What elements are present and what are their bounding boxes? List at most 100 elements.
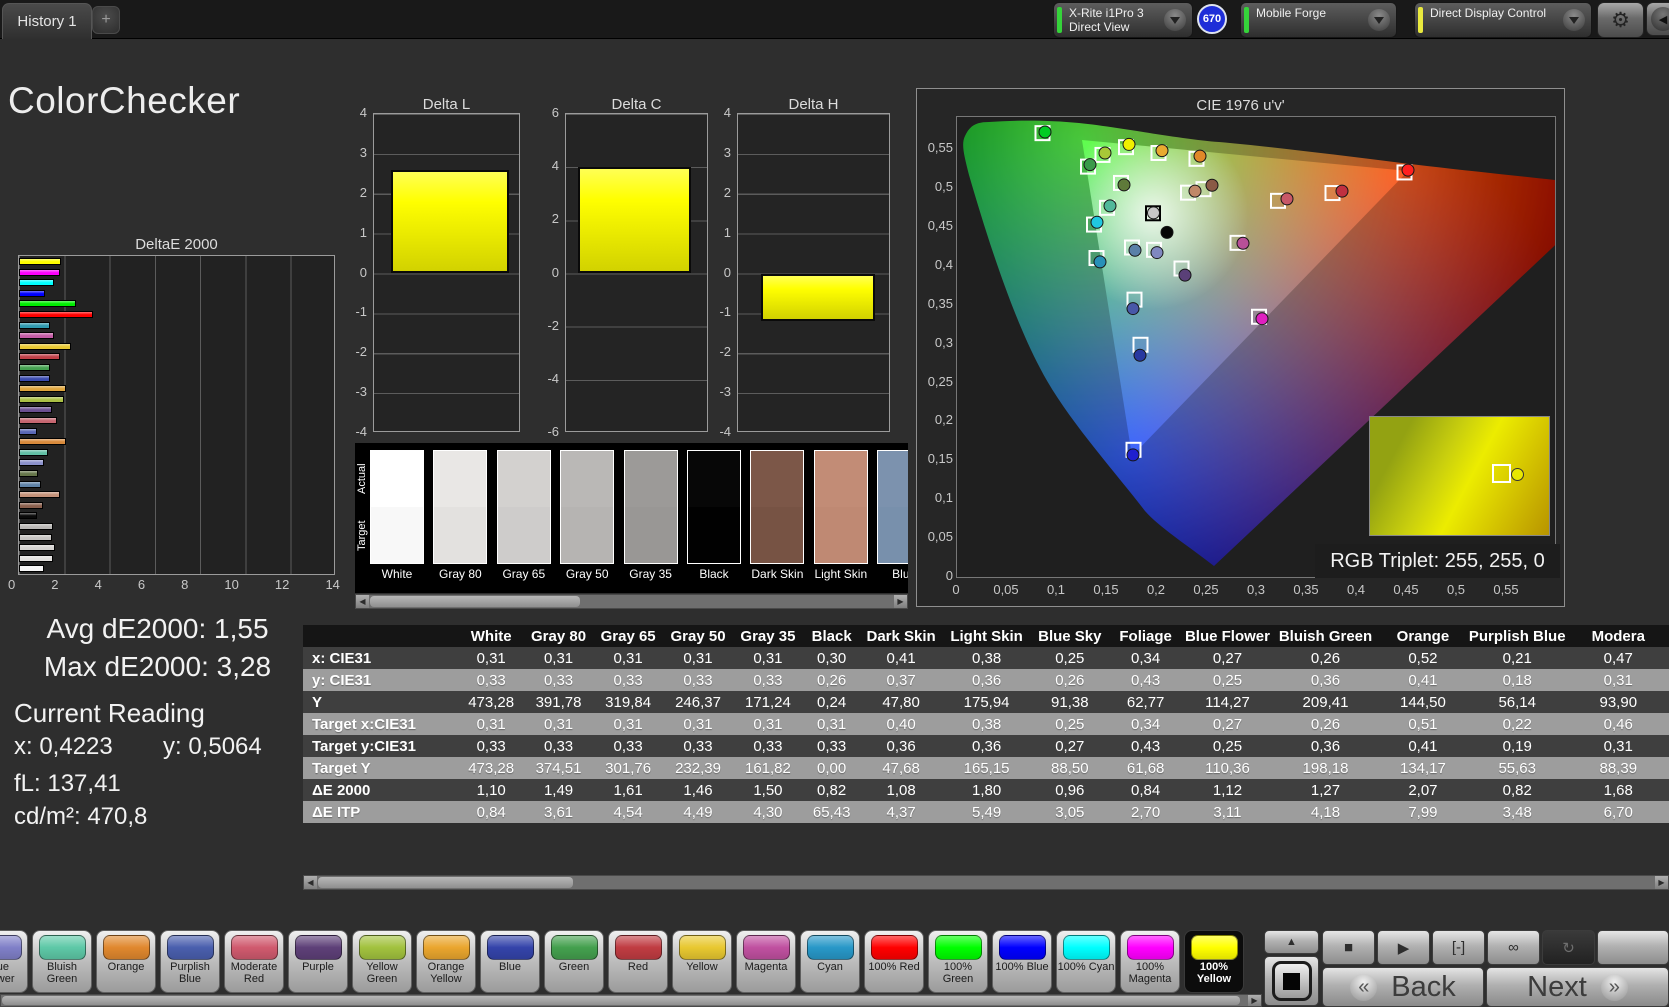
deltae-bar-yellow <box>19 342 71 350</box>
table-cell: 473,28 <box>458 691 525 713</box>
patch-button-green[interactable]: Green <box>544 930 604 993</box>
add-tab-button[interactable]: + <box>92 6 120 34</box>
deltae-bar-gray-65 <box>19 544 55 552</box>
patch-button-100-magenta[interactable]: 100% Magenta <box>1120 930 1180 993</box>
swatch-colors <box>877 450 908 564</box>
step-button[interactable]: [-] <box>1432 930 1485 965</box>
swatch-target <box>814 507 867 563</box>
patch-button-100-red[interactable]: 100% Red <box>864 930 924 993</box>
y-tick-label: 1 <box>723 224 731 240</box>
y-tick-label: 0,2 <box>934 412 953 428</box>
gear-icon: ⚙ <box>1611 8 1630 32</box>
reading-fl-value: fL: 137,41 <box>14 770 121 797</box>
patch-button-label: 100% Blue <box>995 961 1049 973</box>
patch-button-bluish-green[interactable]: Bluish Green <box>32 930 92 993</box>
table-cell: 0,27 <box>1182 713 1272 735</box>
tab-history-1[interactable]: History 1 <box>2 3 92 39</box>
patch-bar-scrollbar[interactable]: ▶ <box>0 994 1262 1007</box>
scrollbar-thumb[interactable] <box>2 996 1240 1005</box>
next-button[interactable]: Next » <box>1486 967 1669 1007</box>
pattern-window-button[interactable] <box>1264 956 1319 1006</box>
swatch-label: Blue <box>892 567 908 581</box>
patch-button-100-cyan[interactable]: 100% Cyan <box>1056 930 1116 993</box>
scroll-left-icon[interactable]: ◀ <box>304 876 317 889</box>
table-cell: 1,80 <box>941 779 1032 801</box>
back-button[interactable]: « Back <box>1322 967 1484 1007</box>
patch-button-label: Yellow Green <box>366 961 398 985</box>
patch-button-100-green[interactable]: 100% Green <box>928 930 988 993</box>
patch-button-magenta[interactable]: Magenta <box>736 930 796 993</box>
patch-button-label: Bluish Green <box>46 961 78 985</box>
swatch-label: Gray 65 <box>502 567 546 581</box>
swatch-blue: Blue <box>877 450 908 581</box>
swatch-gray-80: Gray 80 <box>433 450 488 581</box>
table-cell: 0,33 <box>663 735 733 757</box>
workflow-dropdown[interactable]: Direct Display Control <box>1414 2 1592 38</box>
meter-dropdown-label: X-Rite i1Pro 3 Direct View <box>1069 6 1144 34</box>
scroll-left-icon[interactable]: ◀ <box>356 595 369 608</box>
table-cell: 209,41 <box>1271 691 1379 713</box>
swatch-target <box>624 507 677 563</box>
measured-point-magenta <box>1236 236 1250 250</box>
table-cell: 5,49 <box>941 801 1032 823</box>
meter-dropdown[interactable]: X-Rite i1Pro 3 Direct View <box>1053 2 1193 38</box>
meter-count-badge[interactable]: 670 <box>1197 4 1227 34</box>
patch-button-orange-yellow[interactable]: Orange Yellow <box>416 930 476 993</box>
scrollbar-thumb[interactable] <box>318 877 573 888</box>
settings-button[interactable]: ⚙ <box>1597 2 1644 38</box>
table-cell: 0,41 <box>860 647 942 669</box>
table-cell: 62,77 <box>1108 691 1183 713</box>
table-cell: 0,31 <box>458 713 525 735</box>
swatch-colors <box>750 450 805 564</box>
double-chevron-right-icon: » <box>1600 973 1628 1001</box>
scroll-right-icon[interactable]: ▶ <box>894 595 907 608</box>
table-row--e-2000: ΔE 2000 1,10 1,49 1,61 1,46 1,50 0,82 1,08 1,80 0… <box>303 779 1669 801</box>
table-row-target-y-cie31: Target y:CIE31 0,33 0,33 0,33 0,33 0,33 0,33 0,… <box>303 735 1669 757</box>
patch-button-label: Green <box>558 961 590 973</box>
collapse-panel-button[interactable]: ◀ <box>1646 2 1669 36</box>
deltae2000-chart <box>18 255 335 575</box>
patch-button-yellow[interactable]: Yellow <box>672 930 732 993</box>
sync-button[interactable]: ↻ <box>1542 930 1595 965</box>
patch-button-purplish-blue[interactable]: Purplish Blue <box>160 930 220 993</box>
table-cell: 0,18 <box>1466 669 1568 691</box>
patch-button-yellow-green[interactable]: Yellow Green <box>352 930 412 993</box>
record-button[interactable] <box>1597 930 1669 965</box>
patch-button-blue[interactable]: Blue <box>480 930 540 993</box>
table-cell: 0,33 <box>458 669 525 691</box>
patch-button-red[interactable]: Red <box>608 930 668 993</box>
column-header-purplish-blue: Purplish Blue <box>1466 625 1568 647</box>
source-dropdown[interactable]: Mobile Forge <box>1240 2 1397 38</box>
scroll-right-icon[interactable]: ▶ <box>1655 876 1668 889</box>
swatch-strip-scrollbar[interactable]: ◀ ▶ <box>355 594 908 609</box>
swatch-actual <box>497 451 550 507</box>
deltae-bar-yellow-green <box>19 395 64 403</box>
patch-button-blue-flower[interactable]: Blue Flower <box>0 930 28 993</box>
measured-point-cyan <box>1093 255 1107 269</box>
table-cell: 3,48 <box>1466 801 1568 823</box>
patch-button-purple[interactable]: Purple <box>288 930 348 993</box>
patch-color-chip <box>742 935 790 960</box>
y-tick-label: -3 <box>719 384 731 400</box>
table-cell: 4,54 <box>593 801 664 823</box>
x-tick-label: 0,1 <box>1046 582 1066 597</box>
patch-button-orange[interactable]: Orange <box>96 930 156 993</box>
y-tick-label: 0 <box>551 264 559 280</box>
scroll-right-icon[interactable]: ▶ <box>1248 995 1261 1006</box>
stop-button[interactable]: ■ <box>1322 930 1375 965</box>
y-tick-label: -4 <box>547 370 559 386</box>
patch-button-label: Blue <box>498 961 522 973</box>
expand-up-button[interactable]: ▲ <box>1264 930 1319 954</box>
deltae-bar-moderate-red <box>19 417 57 424</box>
table-scrollbar[interactable]: ◀ ▶ <box>303 875 1669 890</box>
play-button[interactable]: ▶ <box>1377 930 1430 965</box>
page-title: ColorChecker <box>8 80 241 121</box>
patch-button-100-yellow[interactable]: 100% Yellow <box>1184 930 1244 993</box>
scrollbar-thumb[interactable] <box>370 596 580 607</box>
patch-button-label: Yellow <box>686 961 718 973</box>
loop-button[interactable]: ∞ <box>1487 930 1540 965</box>
table-cell: 4,30 <box>732 801 804 823</box>
patch-button-100-blue[interactable]: 100% Blue <box>992 930 1052 993</box>
patch-button-moderate-red[interactable]: Moderate Red <box>224 930 284 993</box>
patch-button-cyan[interactable]: Cyan <box>800 930 860 993</box>
